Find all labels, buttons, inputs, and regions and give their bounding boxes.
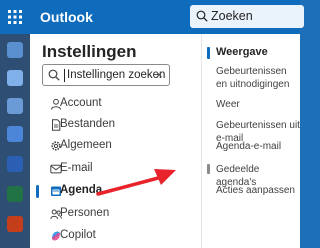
people-app-icon[interactable] (7, 98, 23, 114)
mail-app-icon[interactable] (7, 42, 23, 58)
subsection-link[interactable]: Agenda-e-mail (216, 140, 300, 153)
calendar-app-icon[interactable] (7, 70, 23, 86)
nav-item-label: Bestanden (60, 118, 115, 130)
nav-item-label: Copilot (60, 229, 96, 241)
nav-item-label: Account (60, 97, 102, 109)
global-search-box[interactable]: Zoeken (190, 5, 304, 28)
app-header: Outlook Zoeken (0, 0, 304, 34)
dialog-title: Instellingen (42, 42, 137, 61)
nav-item-copilot[interactable]: Copilot (30, 226, 180, 246)
active-indicator (36, 185, 39, 198)
nav-item-general[interactable]: Algemeen (30, 136, 180, 156)
section-indicator (207, 47, 210, 59)
powerpoint-app-icon[interactable] (7, 216, 23, 232)
nav-item-account[interactable]: Account (30, 94, 180, 114)
word-app-icon[interactable] (7, 156, 23, 172)
app-rail (0, 34, 30, 248)
subsection-link[interactable]: Weer (216, 98, 300, 111)
subsection-link[interactable]: Gebeurtenissen en uitnodigingen (216, 65, 300, 91)
subsection-link[interactable]: Acties aanpassen (216, 184, 300, 197)
pane-divider (201, 34, 202, 248)
search-icon (48, 69, 60, 81)
text-caret (64, 69, 65, 82)
nav-item-label: Algemeen (60, 139, 112, 151)
section-heading[interactable]: Weergave (216, 46, 268, 58)
scrollbar-thumb[interactable] (207, 164, 210, 174)
app-name: Outlook (40, 9, 93, 25)
nav-item-label: Agenda (60, 184, 103, 196)
nav-item-people[interactable]: Personen (30, 204, 180, 224)
excel-app-icon[interactable] (7, 186, 23, 202)
global-search-label: Zoeken (211, 9, 253, 23)
settings-search-input[interactable]: Instellingen zoeken × (42, 64, 170, 86)
app-launcher-icon[interactable] (8, 10, 22, 24)
nav-item-mail[interactable]: E-mail (30, 159, 180, 179)
clear-icon[interactable]: × (155, 67, 163, 82)
todo-app-icon[interactable] (7, 126, 23, 142)
nav-item-label: Personen (60, 207, 110, 219)
settings-dialog: Instellingen Instellingen zoeken × Accou… (30, 34, 300, 248)
nav-item-files[interactable]: Bestanden (30, 115, 180, 135)
nav-item-label: E-mail (60, 162, 93, 174)
settings-search-value: Instellingen zoeken (67, 69, 166, 81)
search-icon (196, 10, 208, 22)
nav-item-calendar[interactable]: Agenda (30, 181, 180, 201)
